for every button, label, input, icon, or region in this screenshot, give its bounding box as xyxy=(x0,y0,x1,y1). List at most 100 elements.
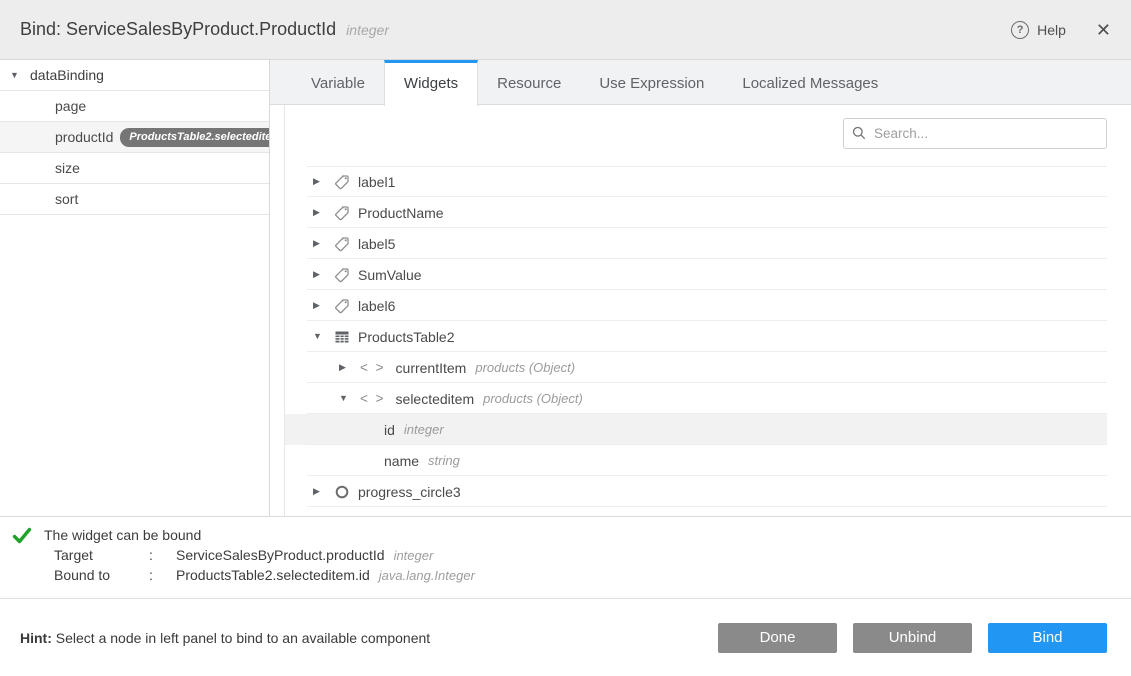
dialog-titlebar: Bind: ServiceSalesByProduct.ProductId in… xyxy=(0,0,1131,60)
search-row xyxy=(285,105,1131,149)
check-icon xyxy=(12,527,32,544)
tree-item-currentitem[interactable]: ▶ < > currentItem products (Object) xyxy=(285,352,1107,383)
status-row-separator: : xyxy=(149,567,176,583)
binding-tree-panel: ▼ dataBinding page productId ProductsTable… xyxy=(0,60,270,516)
status-row-label: Target xyxy=(54,547,149,563)
chevron-right-icon[interactable]: ▶ xyxy=(313,301,324,310)
status-row-type: java.lang.Integer xyxy=(379,568,475,583)
tree-item-progress-circle3[interactable]: ▶ progress_circle3 xyxy=(285,476,1107,507)
dialog-title-type: integer xyxy=(346,22,389,38)
status-row-target: Target:ServiceSalesByProduct.productId in… xyxy=(54,545,1131,565)
tab-use-expression[interactable]: Use Expression xyxy=(580,60,723,105)
tab-widgets[interactable]: Widgets xyxy=(384,60,478,106)
dialog-footer: Hint: Select a node in left panel to bin… xyxy=(0,599,1131,676)
binding-badge: ProductsTable2.selecteditem.id xyxy=(120,128,269,147)
tab-variable[interactable]: Variable xyxy=(292,60,384,105)
search-box xyxy=(843,118,1107,149)
tree-item-type: products (Object) xyxy=(483,391,583,406)
tree-item-type: integer xyxy=(404,422,444,437)
tree-node-label: size xyxy=(55,160,80,176)
question-circle-icon: ? xyxy=(1011,21,1029,39)
widgets-tab-inner: ▶ label1 ▶ ProductName ▶ label5 ▶ SumValue ▶ labe… xyxy=(284,105,1131,516)
tree-node-label: productId xyxy=(55,129,113,145)
tabbar: VariableWidgetsResourceUse ExpressionLoc… xyxy=(270,60,1131,105)
help-label: Help xyxy=(1037,22,1066,38)
tree-item-label: id xyxy=(384,422,395,438)
widgets-tree: ▶ label1 ▶ ProductName ▶ label5 ▶ SumValue ▶ labe… xyxy=(285,166,1107,507)
tag-icon xyxy=(334,174,350,190)
tree-node-label: sort xyxy=(55,191,78,207)
search-icon xyxy=(851,125,867,141)
chevron-down-icon[interactable]: ▼ xyxy=(339,394,350,403)
chevron-down-icon: ▼ xyxy=(10,71,21,80)
search-input[interactable] xyxy=(843,118,1107,149)
tree-item-label: label5 xyxy=(358,236,395,252)
code-brackets-icon: < > xyxy=(360,360,386,376)
tree-item-productname[interactable]: ▶ ProductName xyxy=(285,197,1107,228)
status-row-type: integer xyxy=(394,548,434,563)
tree-item-id[interactable]: id integer xyxy=(285,414,1107,445)
dialog-title-group: Bind: ServiceSalesByProduct.ProductId in… xyxy=(20,19,389,40)
tab-resource[interactable]: Resource xyxy=(478,60,580,105)
tree-item-selecteditem[interactable]: ▼ < > selecteditem products (Object) xyxy=(285,383,1107,414)
titlebar-actions: ? Help ✕ xyxy=(1011,21,1111,39)
tree-item-label: label1 xyxy=(358,174,395,190)
chevron-down-icon[interactable]: ▼ xyxy=(313,332,324,341)
unbind-button[interactable]: Unbind xyxy=(853,623,972,653)
table-icon xyxy=(334,329,350,345)
status-row-value: ServiceSalesByProduct.productId xyxy=(176,547,385,563)
dialog-title: Bind: ServiceSalesByProduct.ProductId xyxy=(20,19,336,40)
tree-node-productid[interactable]: productId ProductsTable2.selecteditem.id xyxy=(0,122,269,153)
tree-node-label: dataBinding xyxy=(30,67,104,83)
chevron-right-icon[interactable]: ▶ xyxy=(313,270,324,279)
status-row-label: Bound to xyxy=(54,567,149,583)
tree-item-type: string xyxy=(428,453,460,468)
chevron-right-icon[interactable]: ▶ xyxy=(313,208,324,217)
hint-body: Select a node in left panel to bind to a… xyxy=(56,630,430,646)
chevron-right-icon[interactable]: ▶ xyxy=(313,177,324,186)
binding-tree-items: page productId ProductsTable2.selecteditem… xyxy=(0,91,269,215)
status-rows: Target:ServiceSalesByProduct.productId in… xyxy=(12,545,1131,585)
chevron-right-icon[interactable]: ▶ xyxy=(313,487,324,496)
tree-item-label: currentItem xyxy=(396,360,467,376)
tree-item-label: label6 xyxy=(358,298,395,314)
tag-icon xyxy=(334,267,350,283)
close-icon[interactable]: ✕ xyxy=(1096,21,1111,39)
tree-item-label: selecteditem xyxy=(396,391,475,407)
status-head: The widget can be bound xyxy=(12,525,1131,545)
tree-item-sumvalue[interactable]: ▶ SumValue xyxy=(285,259,1107,290)
chevron-right-icon[interactable]: ▶ xyxy=(313,239,324,248)
tag-icon xyxy=(334,205,350,221)
status-row-separator: : xyxy=(149,547,176,563)
progress-circle-icon xyxy=(334,484,350,500)
tree-node-size[interactable]: size xyxy=(0,153,269,184)
status-message: The widget can be bound xyxy=(44,527,201,543)
tree-item-label5[interactable]: ▶ label5 xyxy=(285,228,1107,259)
tree-item-label6[interactable]: ▶ label6 xyxy=(285,290,1107,321)
tag-icon xyxy=(334,236,350,252)
bind-button[interactable]: Bind xyxy=(988,623,1107,653)
tree-item-label: name xyxy=(384,453,419,469)
tree-item-label: progress_circle3 xyxy=(358,484,461,500)
tree-item-name[interactable]: name string xyxy=(285,445,1107,476)
tree-item-label: SumValue xyxy=(358,267,422,283)
tree-node-sort[interactable]: sort xyxy=(0,184,269,215)
hint-text: Hint: Select a node in left panel to bin… xyxy=(20,630,430,646)
tree-node-page[interactable]: page xyxy=(0,91,269,122)
chevron-right-icon[interactable]: ▶ xyxy=(339,363,350,372)
tree-item-label1[interactable]: ▶ label1 xyxy=(285,166,1107,197)
bind-source-panel: VariableWidgetsResourceUse ExpressionLoc… xyxy=(270,60,1131,516)
tree-item-label: ProductName xyxy=(358,205,444,221)
done-button[interactable]: Done xyxy=(718,623,837,653)
tree-item-type: products (Object) xyxy=(475,360,575,375)
tag-icon xyxy=(334,298,350,314)
tree-item-productstable2[interactable]: ▼ProductsTable2 xyxy=(285,321,1107,352)
status-panel: The widget can be bound Target:ServiceSa… xyxy=(0,516,1131,599)
widgets-tab-content: ▶ label1 ▶ ProductName ▶ label5 ▶ SumValue ▶ labe… xyxy=(270,105,1131,516)
tree-node-databinding[interactable]: ▼ dataBinding xyxy=(0,60,269,91)
tab-localized-messages[interactable]: Localized Messages xyxy=(723,60,897,105)
code-brackets-icon: < > xyxy=(360,391,386,407)
status-row-bound-to: Bound to:ProductsTable2.selecteditem.id j… xyxy=(54,565,1131,585)
status-row-value: ProductsTable2.selecteditem.id xyxy=(176,567,370,583)
help-button[interactable]: ? Help xyxy=(1011,21,1066,39)
